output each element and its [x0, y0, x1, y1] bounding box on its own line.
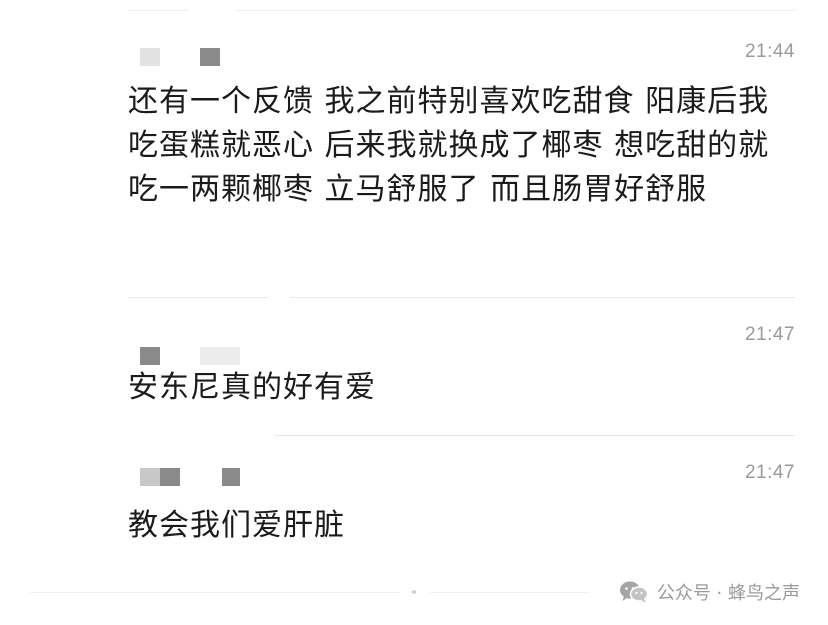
center-dot — [412, 590, 416, 594]
comment-text: 还有一个反馈 我之前特别喜欢吃甜食 阳康后我吃蛋糕就恶心 后来我就换成了椰枣 想… — [128, 84, 770, 207]
redacted-username — [160, 468, 180, 486]
comment-item: 21:44 还有一个反馈 我之前特别喜欢吃甜食 阳康后我吃蛋糕就恶心 后来我就换… — [0, 0, 828, 300]
comment-divider — [128, 297, 268, 298]
comment-time: 21:44 — [744, 41, 795, 62]
comment-divider — [290, 297, 795, 298]
redacted-username — [222, 468, 240, 486]
redacted-username — [140, 468, 160, 486]
redacted-username — [140, 48, 160, 66]
bottom-divider — [30, 592, 400, 593]
comment-time: 21:47 — [744, 324, 795, 345]
comment-time: 21:47 — [744, 462, 795, 483]
watermark: 公众号 · 蜂鸟之声 — [619, 578, 800, 606]
comment-item: 21:47 教会我们爱肝脏 — [0, 436, 828, 576]
redacted-username — [140, 347, 160, 365]
comment-text: 安东尼真的好有爱 — [128, 370, 376, 405]
comment-text: 教会我们爱肝脏 — [128, 508, 345, 543]
wechat-icon — [619, 580, 649, 604]
bottom-divider — [430, 592, 590, 593]
comment-item: 21:47 安东尼真的好有爱 — [0, 300, 828, 435]
redacted-username — [200, 347, 240, 365]
redacted-username — [200, 48, 220, 66]
watermark-text: 公众号 · 蜂鸟之声 — [656, 583, 800, 604]
